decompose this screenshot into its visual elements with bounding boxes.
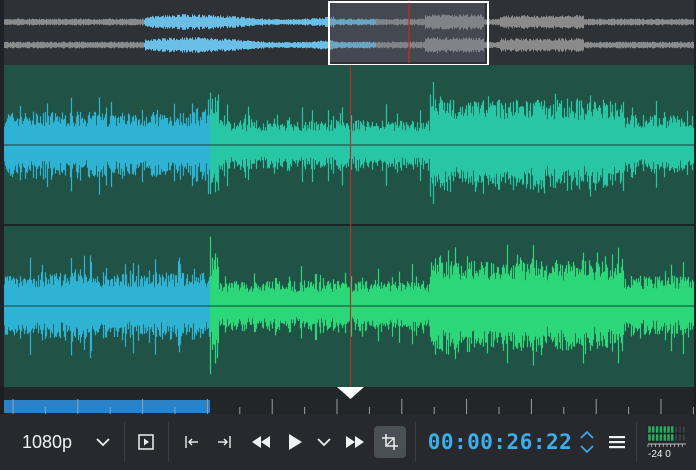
crop-toggle-button[interactable] (374, 426, 406, 458)
preview-zone-button[interactable] (134, 427, 158, 457)
toolbar-separator (124, 422, 125, 462)
overview-waveform[interactable] (4, 0, 694, 65)
timeline-ruler[interactable] (4, 387, 694, 414)
meter-segment (662, 433, 667, 442)
meter-segment (670, 433, 675, 442)
meter-segment (659, 425, 663, 434)
zone-waveform (4, 255, 211, 359)
rewind-button[interactable] (248, 427, 274, 457)
up-down-icon (580, 430, 594, 454)
track-1-waveform (4, 82, 694, 204)
meter-segment (655, 425, 659, 434)
play-button[interactable] (283, 427, 307, 457)
audio-waveform[interactable] (4, 65, 694, 387)
meter-scale-high: 0 (665, 449, 671, 460)
toolbar-separator (636, 422, 637, 462)
meter-segment (678, 433, 682, 442)
ruler-graphics[interactable] (4, 387, 694, 414)
toolbar-separator (168, 422, 169, 462)
meter-segment (647, 425, 652, 434)
play-options-dropdown[interactable] (313, 427, 335, 457)
meter-segment (651, 433, 656, 442)
set-zone-out-button[interactable] (212, 427, 236, 457)
toolbar-separator (415, 422, 416, 462)
chevron-down-icon (96, 438, 110, 447)
meter-segment (674, 425, 678, 434)
rewind-icon (252, 436, 270, 448)
crop-icon (382, 434, 398, 450)
meter-segment (655, 433, 659, 442)
audio-tracks[interactable] (4, 65, 694, 387)
chevron-down-icon (317, 438, 331, 447)
set-zone-out-icon (218, 436, 231, 448)
meter-segment (662, 425, 667, 434)
meter-segment (674, 433, 678, 442)
hamburger-menu-icon (609, 436, 625, 449)
set-zone-in-button[interactable] (180, 427, 204, 457)
zone-bar[interactable] (4, 400, 210, 413)
resolution-dropdown-button[interactable] (92, 427, 114, 457)
fast-forward-icon (346, 436, 364, 448)
timecode-stepper[interactable] (578, 427, 596, 457)
menu-button[interactable] (606, 427, 628, 457)
overview-viewport-shade (330, 2, 485, 62)
clip-waveform (209, 82, 694, 204)
play-in-frame-icon (138, 434, 154, 450)
meter-segment (651, 425, 656, 434)
meter-segment (647, 433, 652, 442)
meter-segment (678, 425, 682, 434)
meter-scale: -24 0 (648, 449, 688, 460)
timecode-display[interactable]: 00:00:26:22 (426, 427, 574, 457)
meter-segment (681, 425, 686, 434)
set-zone-in-icon (185, 436, 198, 448)
waveform-view[interactable] (0, 65, 696, 387)
meter-segment (666, 425, 671, 434)
zone-waveform (4, 97, 211, 195)
play-icon (289, 434, 302, 450)
playhead-marker-icon[interactable] (337, 387, 364, 399)
monitor-toolbar: 1080p 00:00:26:22 (0, 414, 696, 470)
meter-segment (681, 433, 686, 442)
meter-segment (666, 433, 671, 442)
overview-panel[interactable] (0, 0, 696, 66)
resolution-label[interactable]: 1080p (22, 427, 82, 457)
meter-segment (659, 433, 663, 442)
meter-scale-low: -24 (648, 449, 663, 460)
fast-forward-button[interactable] (342, 427, 368, 457)
meter-segment (670, 425, 675, 434)
